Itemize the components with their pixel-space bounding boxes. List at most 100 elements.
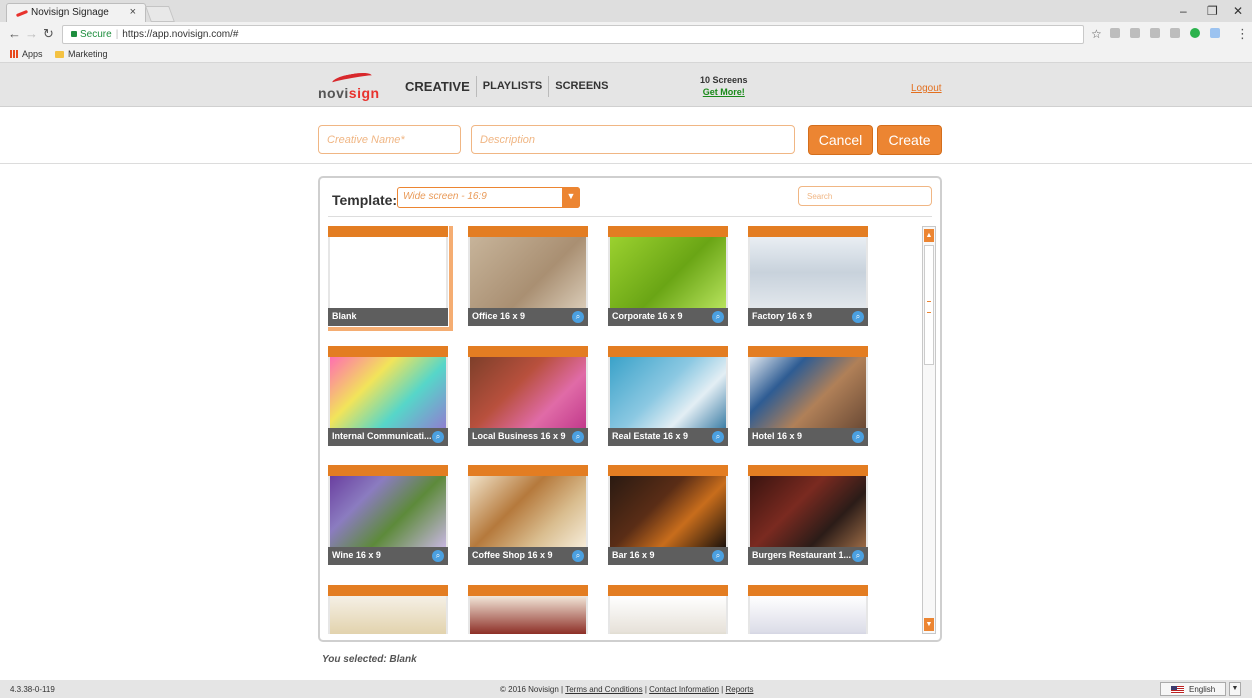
zoom-preview-icon[interactable]: ⌕ xyxy=(572,550,584,562)
reload-icon[interactable]: ↻ xyxy=(43,26,54,42)
template-thumbnail xyxy=(470,596,586,634)
template-card[interactable] xyxy=(468,585,588,634)
zoom-preview-icon[interactable]: ⌕ xyxy=(432,550,444,562)
template-thumbnail xyxy=(330,596,446,634)
template-card-label: Factory 16 x 9 xyxy=(748,308,868,326)
template-select[interactable]: Wide screen - 16:9 ▼ xyxy=(397,187,580,208)
footer: 4.3.38-0-119 © 2016 Novisign | Terms and… xyxy=(0,680,1252,698)
description-input[interactable]: Description xyxy=(471,125,795,154)
template-card[interactable]: Corporate 16 x 9 ⌕ xyxy=(608,226,728,326)
restore-button[interactable]: ❐ xyxy=(1207,4,1218,18)
new-tab-button[interactable] xyxy=(145,6,175,22)
cancel-button[interactable]: Cancel xyxy=(808,125,873,155)
extension-icon[interactable] xyxy=(1130,28,1140,38)
reports-link[interactable]: Reports xyxy=(725,685,753,694)
zoom-preview-icon[interactable]: ⌕ xyxy=(572,431,584,443)
zoom-preview-icon[interactable]: ⌕ xyxy=(852,431,864,443)
template-card[interactable]: Internal Communicati... ⌕ xyxy=(328,346,448,446)
extension-icon[interactable] xyxy=(1170,28,1180,38)
language-select[interactable]: English xyxy=(1160,682,1226,696)
nav-screens[interactable]: SCREENS xyxy=(548,76,614,97)
nav-creative[interactable]: CREATIVE xyxy=(399,76,476,97)
template-grid: Blank Office 16 x 9 ⌕ Corporate 16 x 9 ⌕ Fact… xyxy=(328,226,922,634)
divider xyxy=(328,216,932,217)
tab-close-icon[interactable]: × xyxy=(130,6,136,18)
forward-icon[interactable]: → xyxy=(25,26,38,41)
nav-playlists[interactable]: PLAYLISTS xyxy=(475,76,549,97)
template-panel: Template: Wide screen - 16:9 ▼ Search Bl… xyxy=(318,176,942,642)
extension-icon[interactable] xyxy=(1110,28,1120,38)
template-card[interactable]: Real Estate 16 x 9 ⌕ xyxy=(608,346,728,446)
zoom-preview-icon[interactable]: ⌕ xyxy=(852,550,864,562)
bookmark-star-icon[interactable]: ☆ xyxy=(1091,27,1102,41)
novisign-logo[interactable]: novisign xyxy=(318,70,384,102)
template-thumbnail xyxy=(610,476,726,547)
template-search-input[interactable]: Search xyxy=(798,186,932,206)
app-header: novisign CREATIVE PLAYLISTS SCREENS 10 S… xyxy=(0,63,1252,107)
template-card[interactable] xyxy=(608,585,728,634)
zoom-preview-icon[interactable]: ⌕ xyxy=(712,311,724,323)
grammarly-icon[interactable] xyxy=(1190,28,1200,38)
apps-icon xyxy=(10,50,18,58)
scroll-up-icon[interactable]: ▲ xyxy=(924,229,934,242)
zoom-preview-icon[interactable]: ⌕ xyxy=(712,550,724,562)
version-label: 4.3.38-0-119 xyxy=(10,685,55,694)
template-card[interactable]: Burgers Restaurant 1... ⌕ xyxy=(748,465,868,565)
template-thumbnail xyxy=(470,357,586,428)
scroll-down-icon[interactable]: ▼ xyxy=(924,618,934,631)
bookmark-apps[interactable]: Apps xyxy=(10,49,43,59)
template-thumbnail xyxy=(610,596,726,634)
back-icon[interactable]: ← xyxy=(8,26,21,41)
template-card-header xyxy=(748,465,868,476)
template-card-header xyxy=(608,465,728,476)
template-card[interactable]: Coffee Shop 16 x 9 ⌕ xyxy=(468,465,588,565)
template-card[interactable]: Blank xyxy=(328,226,453,331)
tab-title: Novisign Signage xyxy=(31,7,109,18)
zoom-preview-icon[interactable]: ⌕ xyxy=(852,311,864,323)
template-scrollbar[interactable]: ▲ ▼ xyxy=(922,226,936,634)
template-card[interactable]: Bar 16 x 9 ⌕ xyxy=(608,465,728,565)
template-card[interactable]: Wine 16 x 9 ⌕ xyxy=(328,465,448,565)
template-card[interactable]: Local Business 16 x 9 ⌕ xyxy=(468,346,588,446)
screens-info: 10 Screens Get More! xyxy=(700,75,748,97)
close-window-button[interactable]: ✕ xyxy=(1233,4,1243,18)
template-card-label: Bar 16 x 9 xyxy=(608,547,728,565)
template-card-header xyxy=(748,585,868,596)
zoom-preview-icon[interactable]: ⌕ xyxy=(712,431,724,443)
screens-count: 10 Screens xyxy=(700,75,748,85)
minimize-button[interactable]: – xyxy=(1180,4,1187,18)
scroll-thumb[interactable] xyxy=(924,245,934,365)
terms-link[interactable]: Terms and Conditions xyxy=(565,685,642,694)
bookmark-marketing[interactable]: Marketing xyxy=(55,49,108,59)
extension-icon[interactable] xyxy=(1150,28,1160,38)
zoom-preview-icon[interactable]: ⌕ xyxy=(432,431,444,443)
template-card-label: Local Business 16 x 9 xyxy=(468,428,588,446)
menu-icon[interactable]: ⋮ xyxy=(1236,26,1249,42)
template-card[interactable]: Office 16 x 9 ⌕ xyxy=(468,226,588,326)
zoom-preview-icon[interactable]: ⌕ xyxy=(572,311,584,323)
chevron-down-icon[interactable]: ▼ xyxy=(1229,682,1241,696)
template-card[interactable]: Factory 16 x 9 ⌕ xyxy=(748,226,868,326)
us-flag-icon xyxy=(1171,686,1184,694)
template-thumbnail xyxy=(610,357,726,428)
chevron-down-icon[interactable]: ▼ xyxy=(562,187,580,208)
template-card-header xyxy=(328,465,448,476)
template-thumbnail xyxy=(330,357,446,428)
browser-tab[interactable]: Novisign Signage × xyxy=(6,3,146,22)
get-more-link[interactable]: Get More! xyxy=(700,87,748,97)
template-card-label: Blank xyxy=(328,308,448,326)
cloud-icon[interactable] xyxy=(1210,28,1220,38)
contact-link[interactable]: Contact Information xyxy=(649,685,719,694)
creative-name-input[interactable]: Creative Name* xyxy=(318,125,461,154)
template-card[interactable] xyxy=(328,585,448,634)
template-card-header xyxy=(748,226,868,237)
template-card[interactable] xyxy=(748,585,868,634)
url-bar[interactable]: Secure | https://app.novisign.com/# xyxy=(62,25,1084,44)
create-button[interactable]: Create xyxy=(877,125,942,155)
template-card-label: Hotel 16 x 9 xyxy=(748,428,868,446)
template-label: Template: xyxy=(332,192,398,208)
selected-template-text: You selected: Blank xyxy=(322,654,417,665)
template-card[interactable]: Hotel 16 x 9 ⌕ xyxy=(748,346,868,446)
footer-links: © 2016 Novisign | Terms and Conditions |… xyxy=(500,685,754,694)
logout-link[interactable]: Logout xyxy=(911,83,942,94)
